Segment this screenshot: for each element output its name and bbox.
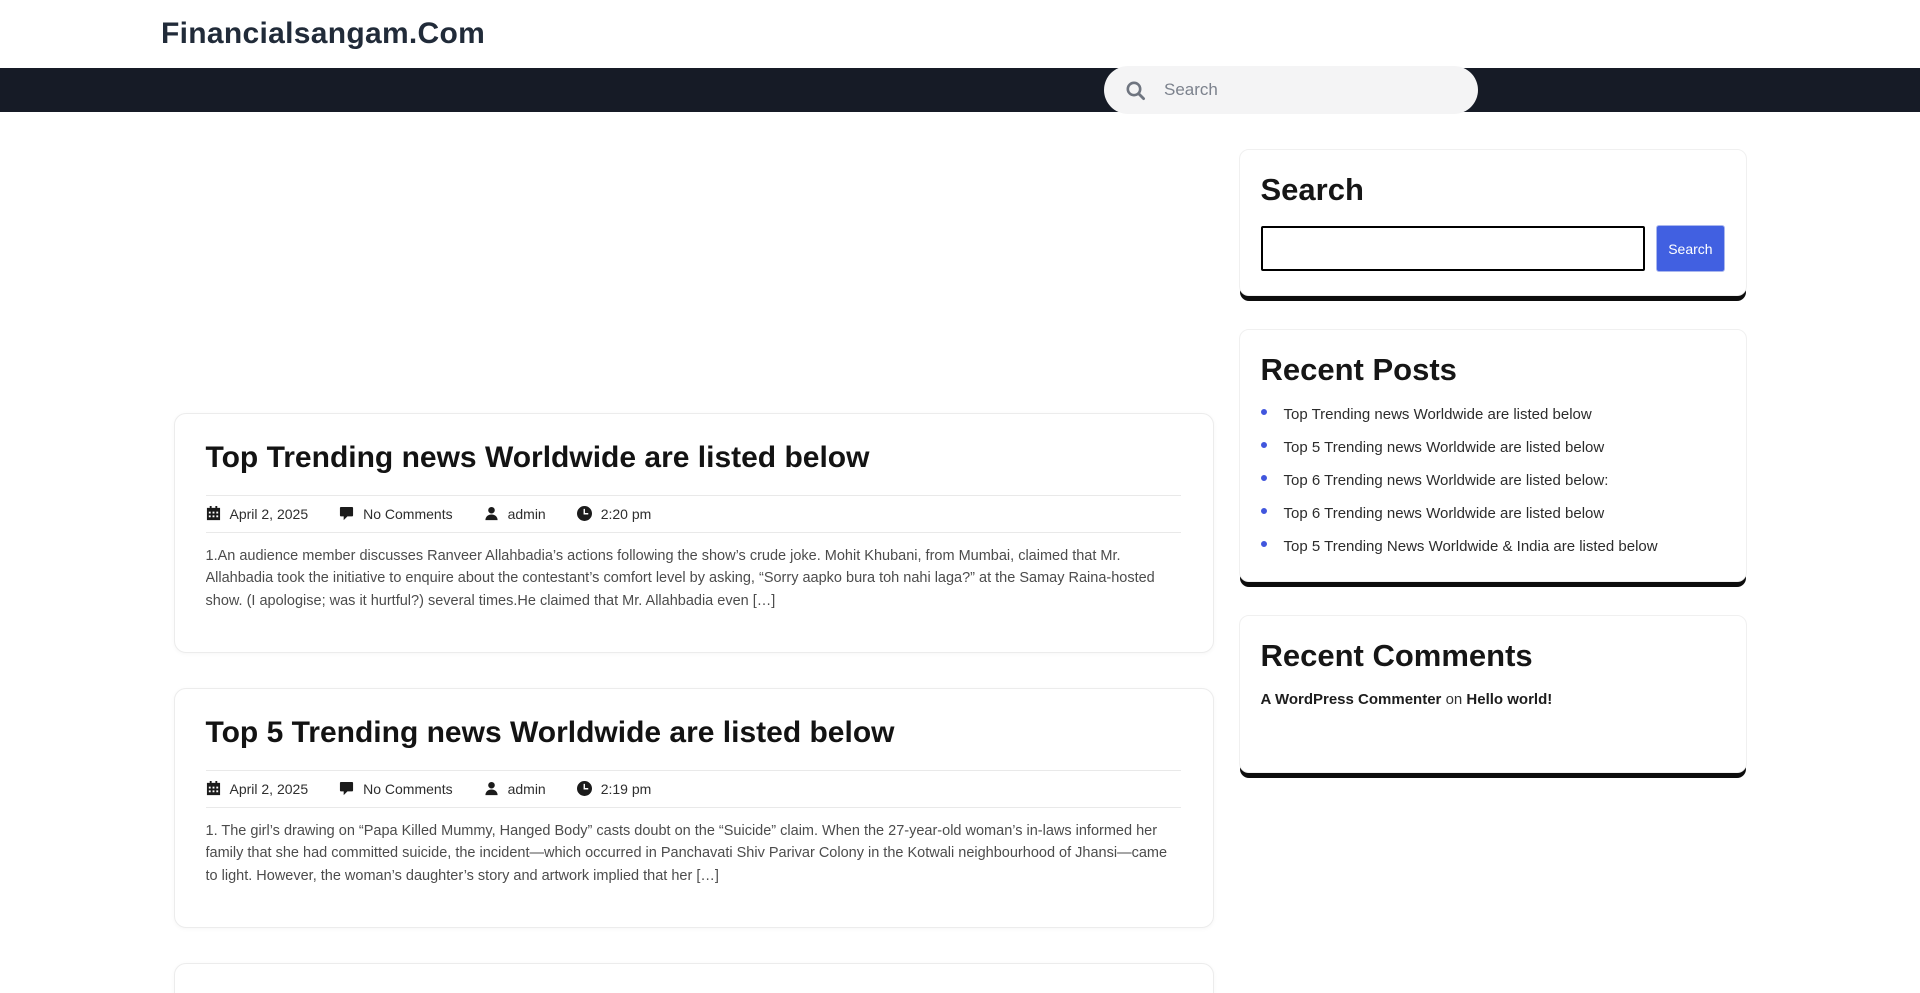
nav-search-input[interactable] [1162,79,1462,101]
post-time: 2:19 pm [577,781,652,797]
calendar-icon [206,781,221,796]
sidebar-search-title: Search [1261,172,1725,208]
recent-post-item[interactable]: Top 6 Trending news Worldwide are listed… [1261,471,1725,491]
comment-post-link[interactable]: Hello world! [1466,691,1552,708]
sidebar-search-button[interactable]: Search [1656,225,1724,272]
recent-post-link[interactable]: Top Trending news Worldwide are listed b… [1284,405,1592,425]
page-layout: Top Trending news Worldwide are listed b… [174,112,1747,993]
nav-search-bar[interactable] [1104,66,1478,114]
bullet-icon [1261,541,1267,547]
site-title[interactable]: Financialsangam.Com [161,17,485,51]
sidebar-search-widget: Search Search [1239,149,1747,296]
main-navbar [0,68,1920,112]
bullet-icon [1261,508,1267,514]
post-comments[interactable]: No Comments [339,781,452,797]
site-header: Financialsangam.Com [0,0,1920,68]
recent-comment-item: A WordPress Commenter on Hello world! [1261,691,1725,708]
posts-column: Top Trending news Worldwide are listed b… [174,413,1214,993]
clock-icon [577,781,592,796]
post-card: Top 5 Trending news Worldwide are listed… [174,688,1214,928]
bullet-icon [1261,442,1267,448]
comment-icon [339,506,354,521]
recent-post-item[interactable]: Top 5 Trending News Worldwide & India ar… [1261,537,1725,557]
recent-post-link[interactable]: Top 6 Trending news Worldwide are listed… [1284,504,1605,524]
sidebar: Search Search Recent Posts Top Trending … [1239,149,1747,773]
user-icon [484,506,499,521]
recent-posts-title: Recent Posts [1261,352,1725,388]
post-card: Top Trending news Worldwide are listed b… [174,413,1214,653]
recent-posts-widget: Recent Posts Top Trending news Worldwide… [1239,329,1747,582]
post-date: April 2, 2025 [206,506,309,522]
sidebar-search-input[interactable] [1261,226,1646,271]
post-title[interactable]: Top 5 Trending news Worldwide are listed… [206,716,1181,751]
post-comments[interactable]: No Comments [339,506,452,522]
post-date: April 2, 2025 [206,781,309,797]
post-card: Top 6 Trending news Worldwide are listed… [174,963,1214,993]
recent-post-item[interactable]: Top 6 Trending news Worldwide are listed… [1261,504,1725,524]
bullet-icon [1261,475,1267,481]
search-icon [1125,80,1146,101]
recent-post-link[interactable]: Top 5 Trending news Worldwide are listed… [1284,438,1605,458]
recent-post-link[interactable]: Top 5 Trending News Worldwide & India ar… [1284,537,1658,557]
comment-author-link[interactable]: A WordPress Commenter [1261,691,1442,708]
post-time: 2:20 pm [577,506,652,522]
comment-icon [339,781,354,796]
recent-post-item[interactable]: Top Trending news Worldwide are listed b… [1261,405,1725,425]
clock-icon [577,506,592,521]
bullet-icon [1261,409,1267,415]
recent-comments-title: Recent Comments [1261,638,1725,674]
post-meta: April 2, 2025 No Comments admin 2:19 pm [206,770,1181,808]
comment-connector: on [1446,691,1463,708]
post-excerpt: 1.An audience member discusses Ranveer A… [206,545,1181,613]
recent-post-item[interactable]: Top 5 Trending news Worldwide are listed… [1261,438,1725,458]
calendar-icon [206,506,221,521]
post-meta: April 2, 2025 No Comments admin 2:20 pm [206,495,1181,533]
post-author[interactable]: admin [484,781,546,797]
sidebar-search-form: Search [1261,225,1725,275]
recent-post-link[interactable]: Top 6 Trending news Worldwide are listed… [1284,471,1609,491]
recent-comments-widget: Recent Comments A WordPress Commenter on… [1239,615,1747,773]
recent-posts-list: Top Trending news Worldwide are listed b… [1261,405,1725,557]
post-excerpt: 1. The girl’s drawing on “Papa Killed Mu… [206,820,1181,888]
post-author[interactable]: admin [484,506,546,522]
user-icon [484,781,499,796]
post-title[interactable]: Top Trending news Worldwide are listed b… [206,441,1181,476]
